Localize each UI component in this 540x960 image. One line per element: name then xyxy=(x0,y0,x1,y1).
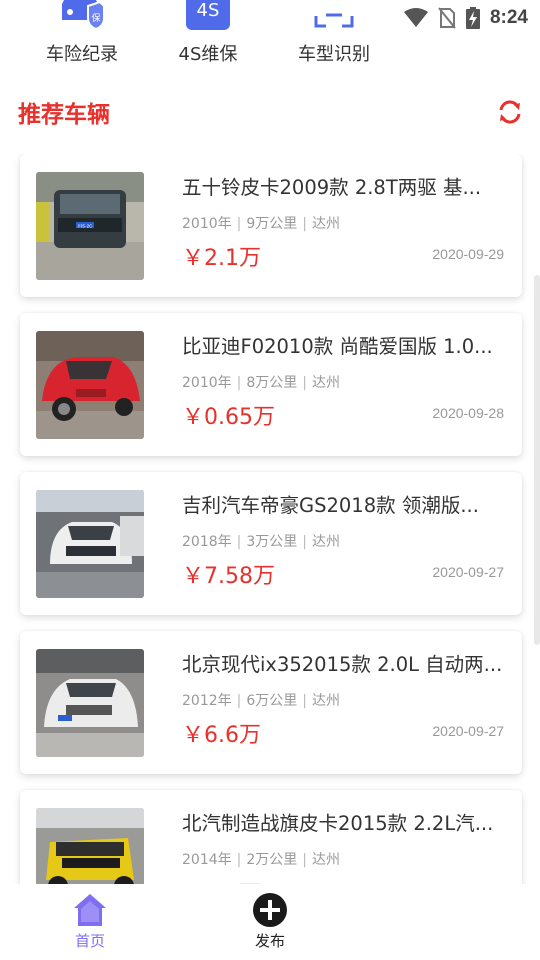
scrollbar[interactable] xyxy=(534,275,540,645)
wifi-icon xyxy=(403,8,428,27)
no-sim-icon xyxy=(438,7,456,29)
car-title: 北汽制造战旗皮卡2015款 2.2L汽... xyxy=(182,812,494,835)
car-year: 2012年 xyxy=(182,693,232,709)
car-title: 比亚迪F02010款 尚酷爱国版 1.0... xyxy=(182,335,493,358)
quick-action-label: 4S维保 xyxy=(178,44,238,65)
4s-icon: 4S xyxy=(186,0,230,30)
car-card[interactable]: 吉利汽车帝豪GS2018款 领潮版... 2018年 | 3万公里 | 达州 ￥7.58… xyxy=(20,472,522,615)
car-date: 2020-09-27 xyxy=(432,564,504,580)
battery-charging-icon xyxy=(465,7,480,29)
nav-home[interactable]: 首页 xyxy=(50,892,130,951)
quick-action-label: 车型识别 xyxy=(298,44,370,65)
car-photo: 川S·2C xyxy=(36,172,144,280)
car-list: 川S·2C 五十铃皮卡2009款 2.8T两驱 基... 2010年 | 9万公里 |… xyxy=(0,154,540,884)
car-title: 五十铃皮卡2009款 2.8T两驱 基... xyxy=(182,176,482,199)
car-city: 达州 xyxy=(312,693,340,709)
car-date: 2020-09-29 xyxy=(432,246,504,262)
home-icon xyxy=(74,894,106,926)
car-photo xyxy=(36,490,144,598)
car-photo xyxy=(36,808,144,884)
car-price: ￥0.65万 xyxy=(182,405,275,430)
car-card[interactable]: 比亚迪F02010款 尚酷爱国版 1.0... 2010年 | 8万公里 | 达州 ￥0… xyxy=(20,313,522,456)
refresh-icon xyxy=(499,100,521,124)
car-title: 吉利汽车帝豪GS2018款 领潮版... xyxy=(182,494,479,517)
car-price: ￥7.58万 xyxy=(182,564,275,589)
car-price: ￥6.6万 xyxy=(182,723,261,748)
nav-label: 发布 xyxy=(254,932,285,950)
section-title: 推荐车辆 xyxy=(18,102,110,128)
car-mileage: 8万公里 xyxy=(246,375,298,391)
car-insurance-icon: 保 xyxy=(62,0,105,30)
quick-action-recognize[interactable]: 车型识别 xyxy=(274,0,394,66)
car-mileage: 9万公里 xyxy=(246,216,298,232)
car-year: 2010年 xyxy=(182,216,232,232)
car-title: 北京现代ix352015款 2.0L 自动两... xyxy=(182,653,503,676)
car-city: 达州 xyxy=(312,375,340,391)
license-plate: 川S·2C xyxy=(78,224,94,229)
scan-icon xyxy=(314,0,354,28)
status-time: 8:24 xyxy=(489,7,528,28)
quick-action-label: 车险纪录 xyxy=(46,44,118,65)
car-price: ￥2.4万 xyxy=(182,876,261,884)
car-date: 2020-09-27 xyxy=(432,723,504,739)
car-meta: 2014年 | 2万公里 | 达州 xyxy=(182,852,340,868)
car-year: 2014年 xyxy=(182,852,232,868)
car-city: 达州 xyxy=(312,852,340,868)
car-year: 2018年 xyxy=(182,534,232,550)
quick-action-4s[interactable]: 4S 4S维保 xyxy=(148,0,268,66)
car-photo xyxy=(36,331,144,439)
refresh-button[interactable] xyxy=(496,98,524,126)
nav-label: 首页 xyxy=(74,932,105,950)
status-bar: 8:24 xyxy=(380,0,540,36)
car-city: 达州 xyxy=(312,534,340,550)
car-date: 2020-09-28 xyxy=(432,405,504,421)
car-photo xyxy=(36,649,144,757)
car-mileage: 2万公里 xyxy=(246,852,298,868)
car-meta: 2010年 | 9万公里 | 达州 xyxy=(182,216,340,232)
car-city: 达州 xyxy=(312,216,340,232)
add-circle-icon xyxy=(253,893,287,927)
car-mileage: 6万公里 xyxy=(246,693,298,709)
car-year: 2010年 xyxy=(182,375,232,391)
quick-actions: 保 车险纪录 4S 4S维保 车型识别 xyxy=(0,0,400,68)
car-card[interactable]: 北京现代ix352015款 2.0L 自动两... 2012年 | 6万公里 | 达州 … xyxy=(20,631,522,774)
car-mileage: 3万公里 xyxy=(246,534,298,550)
car-meta: 2010年 | 8万公里 | 达州 xyxy=(182,375,340,391)
car-card[interactable]: 川S·2C 五十铃皮卡2009款 2.8T两驱 基... 2010年 | 9万公里 |… xyxy=(20,154,522,297)
recommend-header: 推荐车辆 xyxy=(18,92,524,132)
car-price: ￥2.1万 xyxy=(182,246,261,271)
quick-action-insurance[interactable]: 保 车险纪录 xyxy=(22,0,142,66)
nav-publish[interactable]: 发布 xyxy=(230,892,310,951)
car-meta: 2012年 | 6万公里 | 达州 xyxy=(182,693,340,709)
bottom-nav: 首页 发布 xyxy=(0,884,540,960)
svg-text:保: 保 xyxy=(91,12,100,24)
car-meta: 2018年 | 3万公里 | 达州 xyxy=(182,534,340,550)
car-card[interactable]: 北汽制造战旗皮卡2015款 2.2L汽... 2014年|2万公里|达州 ￥2.… xyxy=(20,790,522,884)
